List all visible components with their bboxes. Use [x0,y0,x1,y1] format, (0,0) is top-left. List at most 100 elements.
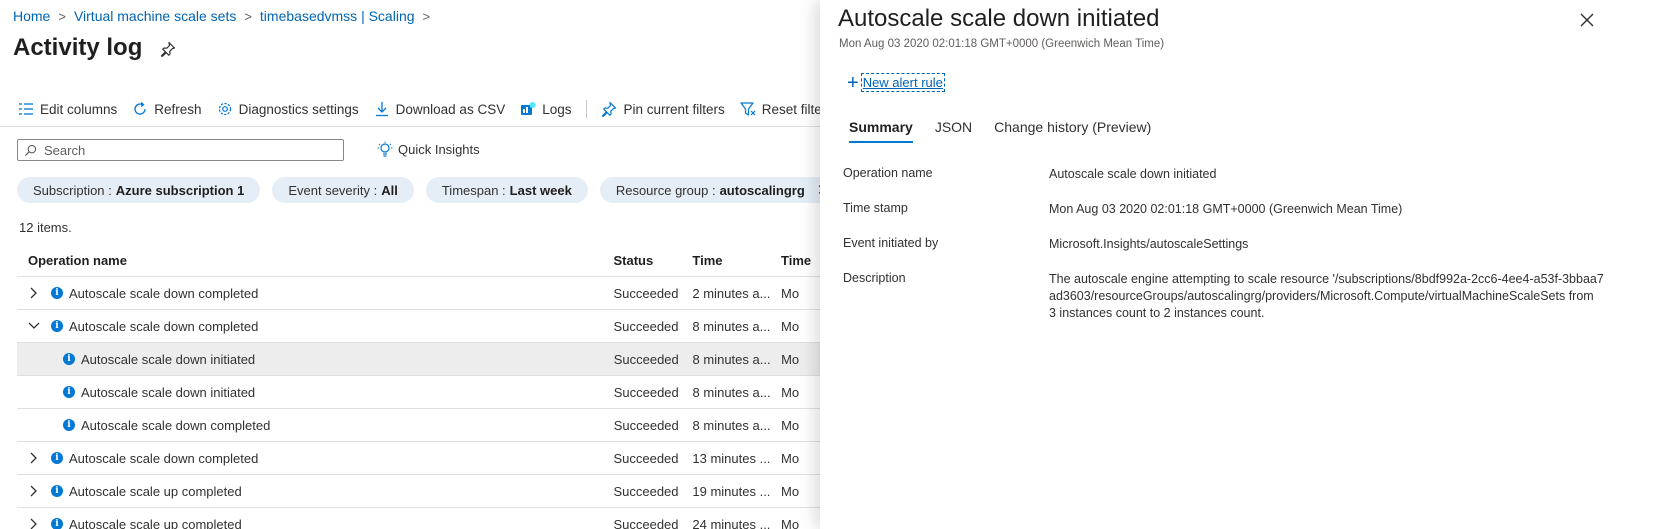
search-box[interactable] [17,139,344,161]
reset-filters-label: Reset filters [761,101,820,117]
table-row[interactable]: i Autoscale scale up completed Succeeded… [17,475,820,508]
breadcrumb-vmss[interactable]: Virtual machine scale sets [74,8,236,24]
detail-value: Autoscale scale down initiated [1049,167,1217,181]
detail-label: Time stamp [843,201,908,215]
info-icon: i [63,386,75,398]
filter-pill-resource-group[interactable]: Resource group :autoscalingrg ✕ [599,177,820,203]
column-header-time[interactable]: Time [692,253,781,268]
pin-filters-label: Pin current filters [623,101,725,117]
table-row[interactable]: i Autoscale scale down initiated Succeed… [17,376,820,409]
quick-insights-label: Quick Insights [398,141,480,157]
info-icon: i [51,452,63,464]
tab-json[interactable]: JSON [935,119,972,143]
filter-pill-value: All [381,182,398,198]
operation-name: Autoscale scale down completed [69,450,259,466]
quick-insights-button[interactable]: Quick Insights [377,141,480,157]
chevron-right-icon: > [244,9,252,24]
info-icon: i [63,419,75,431]
time-cell: 8 minutes a... [692,417,771,433]
download-icon [375,102,388,117]
table-row-selected[interactable]: i Autoscale scale down initiated Succeed… [17,343,820,376]
panel-subtitle: Mon Aug 03 2020 02:01:18 GMT+0000 (Green… [839,38,1165,50]
logs-button[interactable]: Logs [520,101,571,117]
reset-filters-button[interactable]: Reset filters [740,101,820,117]
new-alert-rule-label: New alert rule [860,73,945,92]
operation-name: Autoscale scale down completed [81,417,271,433]
activity-log-blade: Home > Virtual machine scale sets > timebase… [0,0,820,529]
detail-value: The autoscale engine attempting to scale… [1049,272,1604,320]
chevron-down-icon[interactable] [27,319,41,333]
tab-summary[interactable]: Summary [849,119,913,143]
filter-pill-label: Event severity : [288,182,378,198]
status-cell: Succeeded [613,384,679,400]
tab-change-history[interactable]: Change history (Preview) [994,119,1151,143]
edit-columns-button[interactable]: Edit columns [18,101,117,117]
filter-pill-timespan[interactable]: Timespan : Last week [425,177,588,203]
table-header: Operation name Status Time Time [17,244,820,277]
filter-pills: Subscription : Azure subscription 1 Event… [17,177,820,203]
plus-icon: + [847,71,859,94]
time-cell: 19 minutes ... [692,483,771,499]
operation-name: Autoscale scale down completed [69,318,259,334]
chevron-right-icon: > [58,9,66,24]
chevron-right-icon[interactable] [27,286,41,300]
close-icon[interactable] [1580,13,1594,27]
time-cell: 13 minutes ... [692,450,771,466]
table-row[interactable]: i Autoscale scale down completed Succeed… [17,277,820,310]
filter-pill-subscription[interactable]: Subscription : Azure subscription 1 [17,177,261,203]
status-cell: Succeeded [613,516,679,529]
status-cell: Succeeded [613,318,679,334]
pin-filters-button[interactable]: Pin current filters [601,101,725,117]
diagnostics-settings-button[interactable]: Diagnostics settings [217,101,359,117]
detail-value: Microsoft.Insights/autoscaleSettings [1049,237,1249,251]
download-csv-button[interactable]: Download as CSV [374,101,505,117]
item-count: 12 items. [19,220,72,235]
breadcrumb-home[interactable]: Home [13,8,50,24]
chevron-right-icon[interactable] [27,517,41,529]
table-row[interactable]: i Autoscale scale up completed Succeeded… [17,508,820,529]
pin-icon [602,101,617,117]
detail-label: Event initiated by [843,236,939,250]
info-icon: i [51,287,63,299]
logs-label: Logs [542,101,572,117]
status-cell: Succeeded [613,450,679,466]
detail-label: Description [843,271,906,285]
toolbar-divider [586,100,588,118]
filter-pill-severity[interactable]: Event severity : All [272,177,414,203]
refresh-button[interactable]: Refresh [132,101,202,117]
operation-name: Autoscale scale down initiated [81,384,256,400]
detail-row: Operation name Autoscale scale down init… [843,166,1604,201]
column-header-operation[interactable]: Operation name [17,253,613,268]
activity-table: Operation name Status Time Time i Autosc… [17,244,820,529]
refresh-label: Refresh [154,101,202,117]
info-icon: i [51,320,63,332]
filter-pill-value: autoscalingrg [719,182,805,198]
status-cell: Succeeded [613,417,679,433]
column-header-status[interactable]: Status [613,253,692,268]
time-cell: 2 minutes a... [692,285,771,301]
time-stamp-cell: Mo [781,417,800,433]
filter-pill-label: Resource group : [615,182,716,198]
panel-tabs: Summary JSON Change history (Preview) [849,119,1173,143]
table-row[interactable]: i Autoscale scale down completed Succeed… [17,310,820,343]
time-stamp-cell: Mo [781,450,800,466]
chevron-right-icon[interactable] [27,484,41,498]
time-cell: 8 minutes a... [692,318,771,334]
operation-name: Autoscale scale down initiated [81,351,256,367]
breadcrumb-scaling[interactable]: timebasedvmss | Scaling [260,8,415,24]
search-input[interactable] [42,141,336,159]
column-header-time-2[interactable]: Time [781,253,820,268]
pin-icon[interactable] [160,41,176,57]
new-alert-rule-link[interactable]: + New alert rule [847,71,945,94]
chevron-right-icon[interactable] [27,451,41,465]
filter-reset-icon [740,102,756,116]
filter-pill-value: Last week [509,182,572,198]
chevron-right-icon: > [422,9,431,24]
time-cell: 8 minutes a... [692,384,771,400]
filter-pill-label: Subscription : [33,182,112,198]
panel-title: Autoscale scale down initiated [838,5,1160,32]
table-row[interactable]: i Autoscale scale down completed Succeed… [17,442,820,475]
time-cell: 24 minutes ... [692,516,771,529]
table-row[interactable]: i Autoscale scale down completed Succeed… [17,409,820,442]
gear-icon [218,102,231,116]
